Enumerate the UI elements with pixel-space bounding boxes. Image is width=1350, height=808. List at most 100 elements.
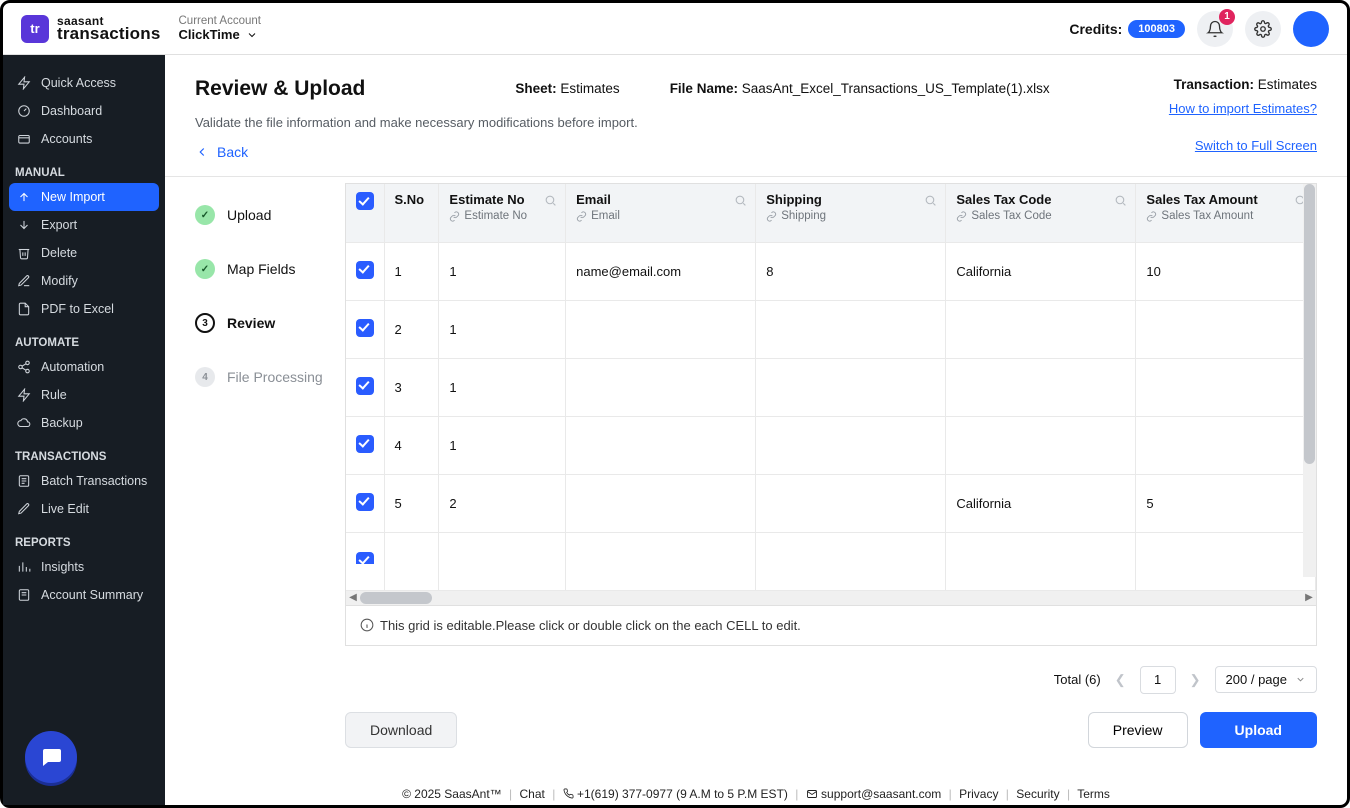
- search-icon[interactable]: [734, 194, 747, 210]
- table-row[interactable]: 1 1 name@email.com 8 California 10: [346, 242, 1316, 300]
- brand-logo: tr: [21, 15, 49, 43]
- footer-privacy[interactable]: Privacy: [959, 787, 998, 801]
- row-checkbox[interactable]: [346, 358, 384, 416]
- chat-fab[interactable]: [25, 731, 77, 783]
- pager-perpage[interactable]: 200 / page: [1215, 666, 1317, 693]
- step-map-fields[interactable]: ✓ Map Fields: [195, 259, 345, 279]
- search-icon[interactable]: [1114, 194, 1127, 210]
- notif-badge: 1: [1219, 9, 1235, 25]
- column-header-sales-tax-code[interactable]: Sales Tax Code Sales Tax Code: [946, 184, 1136, 242]
- avatar[interactable]: [1293, 11, 1329, 47]
- row-checkbox[interactable]: [346, 416, 384, 474]
- sidebar-item-pdf-to-excel[interactable]: PDF to Excel: [3, 295, 165, 323]
- back-button[interactable]: Back: [195, 144, 248, 160]
- row-checkbox[interactable]: [346, 474, 384, 532]
- sheet-meta: Sheet: Estimates: [515, 81, 619, 96]
- account-value: ClickTime: [179, 27, 240, 42]
- scroll-left-icon[interactable]: ◀: [346, 591, 360, 605]
- cell-shipping[interactable]: 8: [756, 242, 946, 300]
- help-link[interactable]: How to import Estimates?: [1169, 101, 1317, 116]
- sidebar-item-rule[interactable]: Rule: [3, 381, 165, 409]
- footer-terms[interactable]: Terms: [1077, 787, 1110, 801]
- header-select-all[interactable]: [346, 184, 384, 242]
- file-icon: [17, 302, 31, 316]
- cell-taxamt[interactable]: 10: [1136, 242, 1316, 300]
- sidebar-item-new-import[interactable]: New Import: [9, 183, 159, 211]
- cell-taxcode[interactable]: California: [946, 242, 1136, 300]
- row-checkbox[interactable]: [346, 300, 384, 358]
- sidebar-item-delete[interactable]: Delete: [3, 239, 165, 267]
- footer: © 2025 SaasAnt™ | Chat | +1(619) 377-097…: [165, 781, 1347, 805]
- share-icon: [17, 360, 31, 374]
- sidebar-item-dashboard[interactable]: Dashboard: [3, 97, 165, 125]
- sidebar-item-label: Accounts: [41, 132, 92, 146]
- chat-icon: [39, 745, 63, 769]
- page-subtitle: Validate the file information and make n…: [195, 115, 638, 130]
- row-checkbox[interactable]: [346, 532, 384, 590]
- column-header-estimate-no[interactable]: Estimate No Estimate No: [439, 184, 566, 242]
- sidebar-item-account-summary[interactable]: Account Summary: [3, 581, 165, 609]
- row-checkbox[interactable]: [346, 242, 384, 300]
- settings-button[interactable]: [1245, 11, 1281, 47]
- vertical-scrollbar[interactable]: [1303, 184, 1316, 577]
- sidebar-item-label: PDF to Excel: [41, 302, 114, 316]
- review-grid: S.No Estimate No Estimate No Email: [345, 183, 1317, 606]
- table-header-row: S.No Estimate No Estimate No Email: [346, 184, 1316, 242]
- sidebar-item-batch-transactions[interactable]: Batch Transactions: [3, 467, 165, 495]
- sidebar-item-export[interactable]: Export: [3, 211, 165, 239]
- page-title: Review & Upload: [195, 77, 365, 101]
- fullscreen-link[interactable]: Switch to Full Screen: [1195, 138, 1317, 153]
- sidebar-item-modify[interactable]: Modify: [3, 267, 165, 295]
- upload-button[interactable]: Upload: [1200, 712, 1317, 748]
- brand-text: saasant transactions: [57, 15, 161, 42]
- step-upload[interactable]: ✓ Upload: [195, 205, 345, 225]
- notifications-button[interactable]: 1: [1197, 11, 1233, 47]
- sidebar-item-label: Quick Access: [41, 76, 116, 90]
- column-header-sales-tax-amount[interactable]: Sales Tax Amount Sales Tax Amount: [1136, 184, 1316, 242]
- table-row[interactable]: [346, 532, 1316, 590]
- topbar: tr saasant transactions Current Account …: [3, 3, 1347, 55]
- table-row[interactable]: 3 1: [346, 358, 1316, 416]
- bolt-icon: [17, 76, 31, 90]
- sidebar-item-insights[interactable]: Insights: [3, 553, 165, 581]
- step-review[interactable]: 3 Review: [195, 313, 345, 333]
- footer-email[interactable]: support@saasant.com: [821, 787, 941, 801]
- sidebar-item-accounts[interactable]: Accounts: [3, 125, 165, 153]
- credits-pill[interactable]: 100803: [1128, 20, 1185, 38]
- cloud-icon: [17, 416, 31, 430]
- cell-estimate-no[interactable]: 1: [439, 242, 566, 300]
- preview-button[interactable]: Preview: [1088, 712, 1188, 748]
- cell-sno[interactable]: 1: [384, 242, 439, 300]
- pager-page[interactable]: 1: [1140, 666, 1176, 694]
- credits: Credits: 100803: [1069, 20, 1185, 38]
- pager-next[interactable]: ❯: [1190, 672, 1201, 688]
- column-header-shipping[interactable]: Shipping Shipping: [756, 184, 946, 242]
- step-file-processing: 4 File Processing: [195, 367, 345, 387]
- search-icon[interactable]: [924, 194, 937, 210]
- lightning-icon: [17, 388, 31, 402]
- table-row[interactable]: 5 2 California 5: [346, 474, 1316, 532]
- column-header-sno[interactable]: S.No: [384, 184, 439, 242]
- trash-icon: [17, 246, 31, 260]
- column-header-email[interactable]: Email Email: [566, 184, 756, 242]
- sidebar-item-label: Modify: [41, 274, 78, 288]
- account-selector[interactable]: Current Account ClickTime: [179, 15, 261, 42]
- pager-prev[interactable]: ❮: [1115, 672, 1126, 688]
- sidebar-item-quick-access[interactable]: Quick Access: [3, 69, 165, 97]
- horizontal-scrollbar[interactable]: ◀ ▶: [346, 591, 1316, 605]
- sidebar-item-live-edit[interactable]: Live Edit: [3, 495, 165, 523]
- transaction-meta: Transaction: Estimates: [1174, 77, 1317, 92]
- footer-chat[interactable]: Chat: [519, 787, 544, 801]
- sidebar-item-label: Account Summary: [41, 588, 143, 602]
- sidebar-item-backup[interactable]: Backup: [3, 409, 165, 437]
- search-icon[interactable]: [544, 194, 557, 210]
- download-button[interactable]: Download: [345, 712, 457, 748]
- cell-email[interactable]: name@email.com: [566, 242, 756, 300]
- bars-icon: [17, 560, 31, 574]
- main: Review & Upload Sheet: Estimates File Na…: [165, 55, 1347, 805]
- table-row[interactable]: 2 1: [346, 300, 1316, 358]
- table-row[interactable]: 4 1: [346, 416, 1316, 474]
- sidebar-item-automation[interactable]: Automation: [3, 353, 165, 381]
- scroll-right-icon[interactable]: ▶: [1302, 591, 1316, 605]
- footer-security[interactable]: Security: [1016, 787, 1059, 801]
